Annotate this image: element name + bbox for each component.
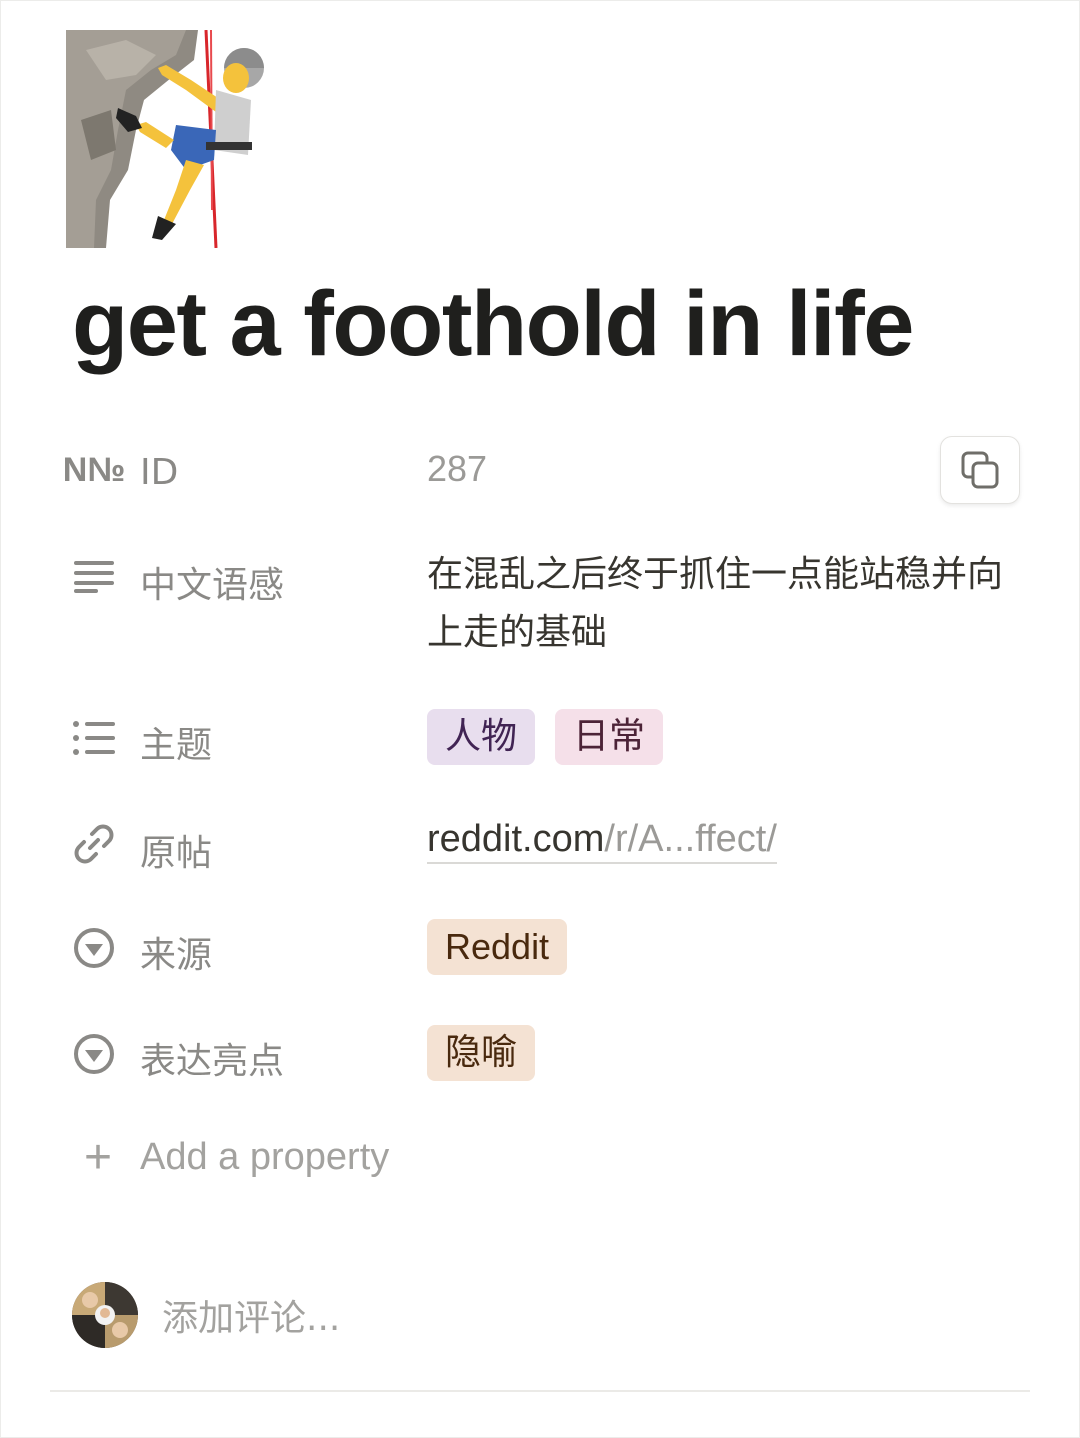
property-label[interactable]: 来源 <box>140 926 212 978</box>
add-property-label: Add a property <box>140 1136 390 1178</box>
original-post-link[interactable]: reddit.com/r/A...ffect/ <box>427 818 777 864</box>
property-row-original-post: 原帖 reddit.com/r/A...ffect/ <box>66 816 1026 876</box>
tag-metaphor[interactable]: 隐喻 <box>427 1025 536 1081</box>
property-row-source: 来源 Reddit <box>66 918 1026 978</box>
comment-row[interactable]: 添加评论... <box>72 1282 340 1348</box>
property-value-link[interactable]: reddit.com/r/A...ffect/ <box>427 818 777 864</box>
copy-button[interactable] <box>940 436 1020 504</box>
page-title[interactable]: get a foothold in life <box>72 272 914 377</box>
tag-list-source[interactable]: Reddit <box>427 919 587 975</box>
select-icon <box>70 924 118 972</box>
property-row-chinese-sense: 中文语感 在混乱之后终于抓住一点能站稳并向上走的基础 <box>66 548 1026 668</box>
tag-people[interactable]: 人物 <box>427 709 536 765</box>
multi-select-list-icon <box>70 714 118 762</box>
property-label[interactable]: 主题 <box>140 716 212 768</box>
property-label[interactable]: ID <box>140 452 178 493</box>
property-row-expression-highlight: 表达亮点 隐喻 <box>66 1024 1026 1084</box>
property-value-chinese-sense[interactable]: 在混乱之后终于抓住一点能站稳并向上走的基础 <box>427 546 1027 662</box>
property-value-id[interactable]: 287 <box>427 448 487 490</box>
number-icon: N№ <box>62 450 126 489</box>
tag-reddit[interactable]: Reddit <box>427 919 568 975</box>
tag-list-expression[interactable]: 隐喻 <box>427 1025 555 1081</box>
plus-icon: + <box>83 1131 113 1184</box>
property-row-theme: 主题 人物 日常 <box>66 708 1026 768</box>
property-label[interactable]: 原帖 <box>140 824 212 876</box>
select-icon <box>70 1030 118 1078</box>
link-icon <box>70 820 118 868</box>
comment-input[interactable]: 添加评论... <box>162 1289 340 1341</box>
tag-list-theme[interactable]: 人物 日常 <box>427 709 683 765</box>
tag-daily[interactable]: 日常 <box>555 709 664 765</box>
add-property-button[interactable]: + Add a property <box>76 1130 389 1185</box>
property-row-id: N№ ID 287 <box>62 444 1026 500</box>
link-path: /r/A...ffect/ <box>604 818 777 860</box>
property-label[interactable]: 中文语感 <box>140 556 284 608</box>
text-lines-icon <box>70 552 118 600</box>
page-icon-climbing-emoji[interactable] <box>66 29 270 249</box>
link-domain: reddit.com <box>427 818 605 860</box>
user-avatar <box>72 1282 138 1348</box>
copy-icon <box>961 451 999 489</box>
property-label[interactable]: 表达亮点 <box>140 1032 284 1084</box>
divider <box>50 1390 1030 1392</box>
